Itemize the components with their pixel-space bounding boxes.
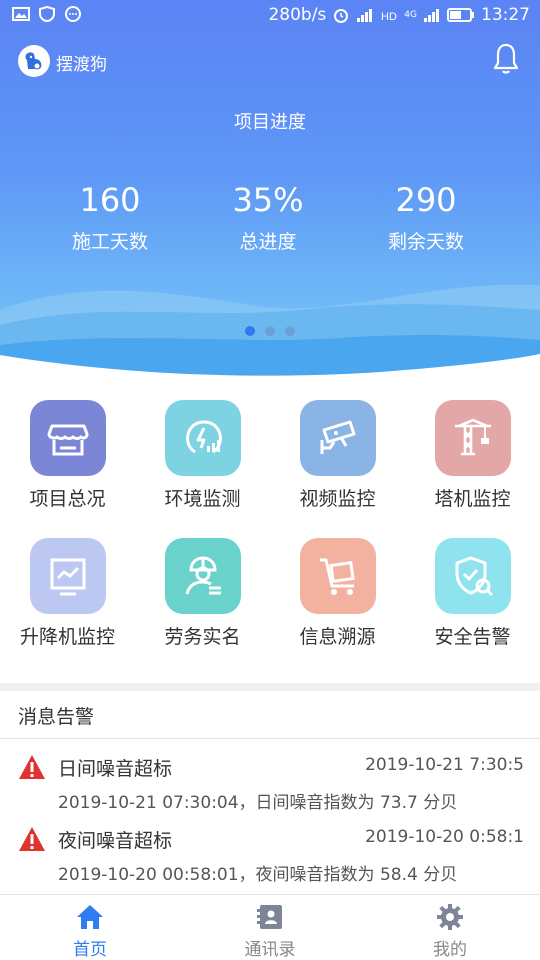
tab-label: 首页 [73, 940, 107, 960]
module-label: 升降机监控 [19, 626, 115, 648]
warning-icon [19, 755, 45, 779]
module-labor[interactable]: 劳务实名 [135, 538, 270, 668]
image-icon [12, 7, 30, 21]
carousel-dot[interactable] [245, 326, 255, 336]
alert-title: 夜间噪音超标 [58, 830, 173, 852]
shield-search-icon [434, 538, 511, 614]
stat-value: 160 [79, 181, 141, 219]
hd-icon: HD [381, 11, 397, 23]
tab-contacts[interactable]: 通讯录 [180, 903, 360, 960]
progress-title: 项目进度 [234, 112, 306, 133]
section-divider [0, 683, 540, 691]
tab-label: 我的 [433, 940, 467, 960]
module-label: 信息溯源 [299, 626, 376, 648]
tower-crane-icon [434, 400, 511, 476]
module-label: 视频监控 [299, 488, 376, 510]
cctv-camera-icon [299, 400, 376, 476]
alarm-icon [334, 9, 349, 23]
module-label: 安全告警 [434, 626, 511, 648]
shield-icon [39, 6, 55, 22]
home-icon [77, 905, 103, 929]
module-safety-alert[interactable]: 安全告警 [405, 538, 540, 668]
svg-text:HD: HD [381, 11, 397, 23]
worker-helmet-icon [164, 538, 241, 614]
module-video[interactable]: 视频监控 [270, 400, 405, 530]
module-traceability[interactable]: 信息溯源 [270, 538, 405, 668]
module-environment[interactable]: 环境监测 [135, 400, 270, 530]
elevator-monitor-icon [29, 538, 106, 614]
battery-icon [447, 8, 474, 22]
chat-icon [65, 6, 81, 22]
module-project-overview[interactable]: 项目总况 [0, 400, 135, 530]
wave-decoration [0, 284, 540, 380]
alert-item[interactable]: 夜间噪音超标 2019-10-20 0:58:1 2019-10-20 00:5… [0, 812, 540, 892]
messages-title: 消息告警 [18, 706, 95, 728]
module-label: 环境监测 [164, 488, 241, 510]
alert-body: 2019-10-20 00:58:01，夜间噪音指数为 58.4 分贝 [58, 865, 458, 885]
stat-value: 35% [232, 181, 304, 219]
app-name: 摆渡狗 [56, 55, 107, 75]
bell-icon[interactable] [492, 42, 520, 76]
dog-logo-icon [18, 45, 50, 77]
alert-time: 2019-10-20 0:58:1 [365, 827, 524, 847]
signal-4g-icon [424, 9, 439, 22]
alert-time: 2019-10-21 7:30:5 [365, 755, 524, 775]
carousel-indicator[interactable] [0, 326, 540, 336]
network-type: 4G [404, 10, 417, 20]
contacts-icon [257, 905, 282, 929]
storefront-icon [29, 400, 106, 476]
module-tower-crane[interactable]: 塔机监控 [405, 400, 540, 530]
gear-icon [437, 904, 463, 930]
alert-title: 日间噪音超标 [58, 758, 173, 780]
trolley-icon [299, 538, 376, 614]
warning-icon [19, 827, 45, 851]
alert-body: 2019-10-21 07:30:04，日间噪音指数为 73.7 分贝 [58, 793, 458, 813]
module-label: 劳务实名 [164, 626, 241, 648]
signal-icon [357, 9, 373, 22]
bottom-tab-bar: 首页 通讯录 我的 [0, 894, 540, 960]
tab-label: 通讯录 [244, 940, 296, 960]
stat-value: 290 [395, 181, 457, 219]
gauge-icon [164, 400, 241, 476]
status-bar: 280b/s HD 4G 13:27 [0, 0, 540, 32]
app-bar: 摆渡狗 [0, 40, 540, 84]
alert-item[interactable]: 日间噪音超标 2019-10-21 7:30:5 2019-10-21 07:3… [0, 740, 540, 820]
tab-profile[interactable]: 我的 [360, 903, 540, 960]
module-label: 项目总况 [29, 488, 106, 510]
module-label: 塔机监控 [434, 488, 511, 510]
carousel-dot[interactable] [265, 326, 275, 336]
module-elevator[interactable]: 升降机监控 [0, 538, 135, 668]
clock: 13:27 [481, 5, 530, 25]
net-speed: 280b/s [268, 5, 327, 25]
messages-header: 消息告警 [0, 691, 540, 739]
carousel-dot[interactable] [285, 326, 295, 336]
tab-home[interactable]: 首页 [0, 903, 180, 960]
project-progress-banner: 280b/s HD 4G 13:27 摆渡狗 项目进度 160 施工天数 35%… [0, 0, 540, 380]
